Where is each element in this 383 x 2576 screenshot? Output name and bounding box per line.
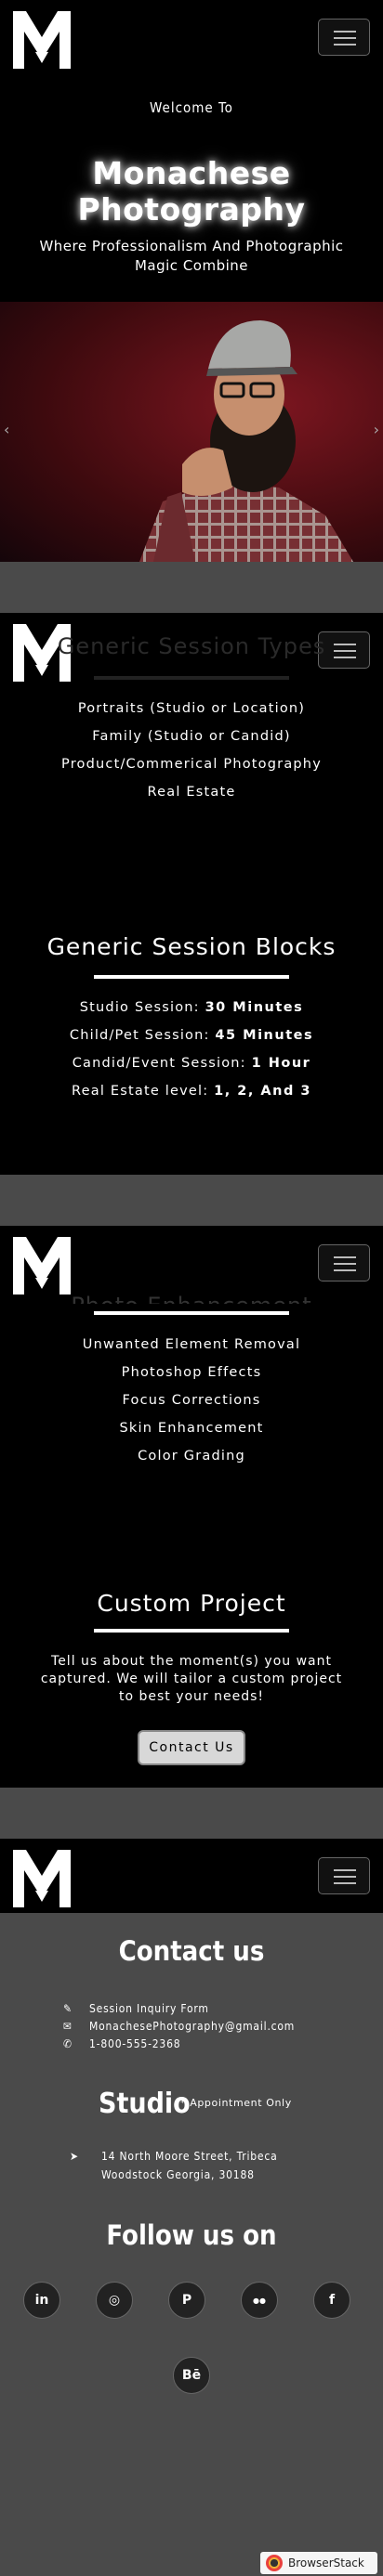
brand-logo-icon[interactable] <box>13 11 71 69</box>
welcome-text: Welcome To <box>150 99 233 116</box>
session-blocks-title: Generic Session Blocks <box>46 933 337 960</box>
envelope-icon: ✉ <box>63 2020 73 2033</box>
top-navbar <box>0 0 383 74</box>
brand-logo-icon[interactable] <box>13 1850 71 1907</box>
sticky-navbar <box>0 1226 383 1300</box>
hero-section: Welcome To Monachese Photography Where P… <box>0 74 383 302</box>
brand-title: Monachese Photography <box>77 155 306 228</box>
studio-address[interactable]: ➤ 14 North Moore Street, Tribeca Woodstoc… <box>70 2147 278 2184</box>
list-item: Portraits (Studio or Location) <box>77 701 306 716</box>
list-item: Family (Studio or Candid) <box>92 729 291 744</box>
sticky-navbar <box>0 1839 383 1913</box>
contact-section: Contact us ✎ Session Inquiry Form ✉ Monach… <box>0 1917 383 2576</box>
behance-button[interactable]: Bē <box>173 2357 210 2394</box>
enhancement-title: Photo Enhancement <box>0 1293 383 1304</box>
phone-icon: ✆ <box>63 2037 73 2050</box>
session-types-title: Generic Session Types <box>57 633 326 659</box>
list-item: Product/Commerical Photography <box>61 757 322 772</box>
list-item: Real Estate level: 1, 2, And 3 <box>71 1084 311 1099</box>
studio-appointment-note: * Appointment Only <box>180 2097 292 2109</box>
facebook-button[interactable]: f <box>313 2282 350 2319</box>
list-item: Photoshop Effects <box>121 1365 262 1380</box>
custom-project-title: Custom Project <box>97 1590 286 1617</box>
brand-logo-icon[interactable] <box>13 1237 71 1295</box>
contact-title: Contact us <box>118 1935 265 1967</box>
list-item: Candid/Event Session: 1 Hour <box>72 1056 311 1071</box>
photo-carousel[interactable]: ‹ › <box>0 302 383 562</box>
list-item: Color Grading <box>138 1449 245 1464</box>
list-item: Skin Enhancement <box>119 1421 264 1436</box>
custom-project-description: Tell us about the moment(s) you want cap… <box>40 1654 343 1704</box>
flickr-button[interactable]: ●● <box>241 2282 278 2319</box>
instagram-button[interactable]: ◎ <box>96 2282 133 2319</box>
menu-toggle-button[interactable] <box>318 1244 370 1281</box>
linkedin-button[interactable]: in <box>23 2282 60 2319</box>
email-link[interactable]: ✉ MonachesePhotography@gmail.com <box>63 2018 295 2036</box>
phone-link[interactable]: ✆ 1-800-555-2368 <box>63 2036 295 2053</box>
list-item: Focus Corrections <box>122 1393 261 1408</box>
edit-icon: ✎ <box>63 2002 73 2015</box>
enhancement-section: Photo Enhancement Unwanted Element Remov… <box>0 1293 383 1788</box>
browserstack-logo-icon <box>266 2555 283 2571</box>
session-types-section: Generic Session Types Portraits (Studio … <box>0 633 383 1175</box>
list-item: Unwanted Element Removal <box>82 1337 301 1352</box>
menu-toggle-button[interactable] <box>318 1857 370 1894</box>
list-item: Real Estate <box>147 785 236 800</box>
portrait-photo <box>139 320 353 562</box>
inquiry-form-link[interactable]: ✎ Session Inquiry Form <box>63 2000 295 2018</box>
pinterest-button[interactable]: P <box>168 2282 205 2319</box>
location-arrow-icon: ➤ <box>70 2150 79 2163</box>
menu-toggle-button[interactable] <box>318 19 370 56</box>
list-item: Studio Session: 30 Minutes <box>79 1000 304 1015</box>
carousel-next-button[interactable]: › <box>374 421 379 438</box>
list-item: Child/Pet Session: 45 Minutes <box>69 1028 314 1043</box>
studio-title: Studio <box>99 2088 191 2120</box>
follow-title: Follow us on <box>106 2219 277 2251</box>
carousel-prev-button[interactable]: ‹ <box>4 421 9 438</box>
browserstack-badge: BrowserStack <box>260 2552 377 2574</box>
contact-us-button[interactable]: Contact Us <box>138 1730 245 1765</box>
hero-tagline: Where Professionalism And Photographic M… <box>39 238 344 274</box>
